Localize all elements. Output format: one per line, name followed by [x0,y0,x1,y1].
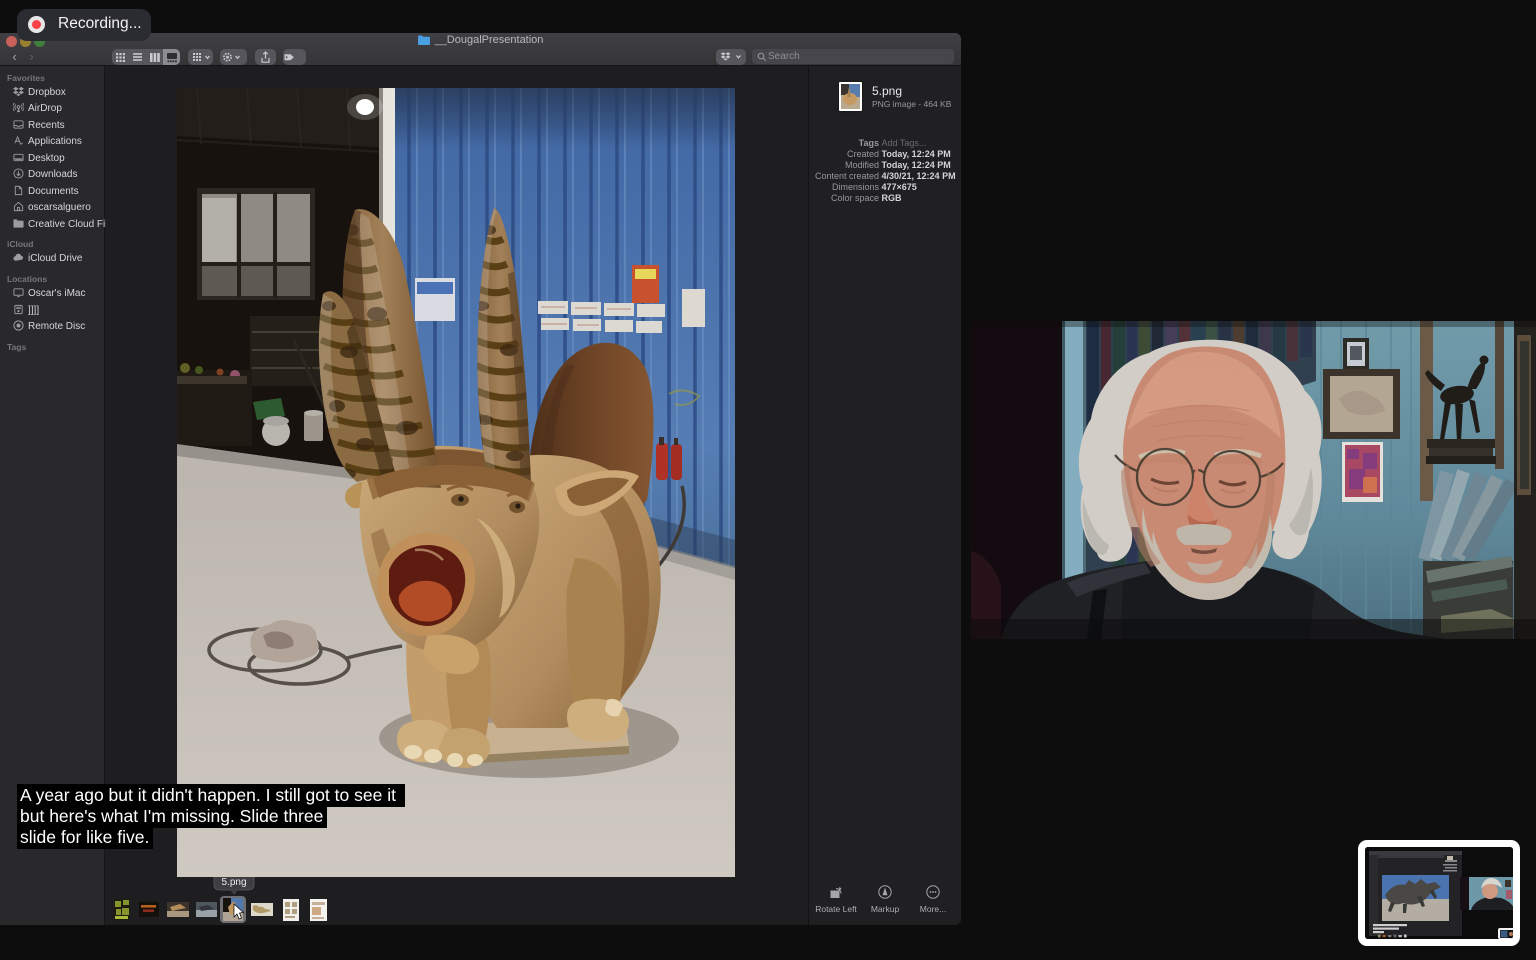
svg-text:Markup: Markup [871,904,900,914]
svg-text:5.png: 5.png [221,877,246,888]
svg-text:More...: More... [920,904,946,914]
svg-text:Rotate Left: Rotate Left [815,904,857,914]
